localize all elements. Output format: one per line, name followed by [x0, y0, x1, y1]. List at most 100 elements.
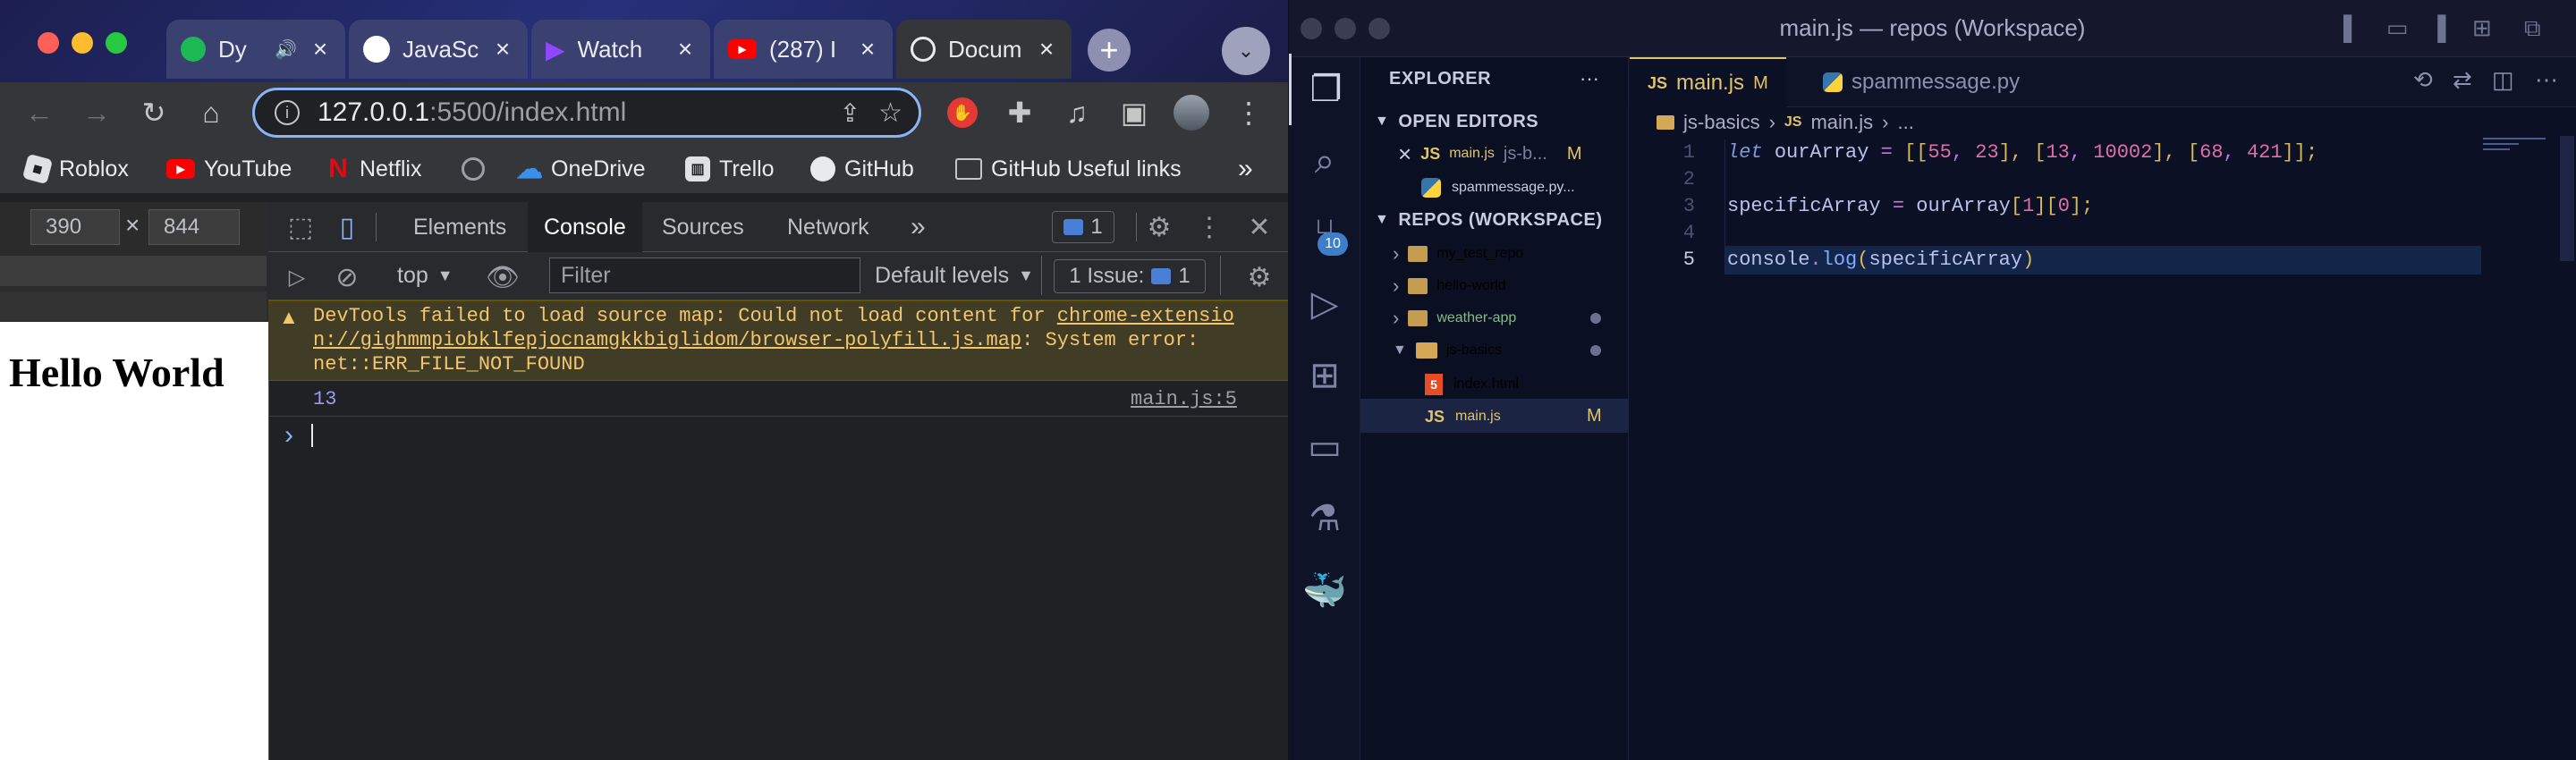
address-bar[interactable]: i 127.0.0.1:5500/index.html ⇪ ☆ — [252, 88, 921, 138]
toggle-sidebar-icon[interactable]: ▌ — [2343, 14, 2360, 42]
device-height-input[interactable]: 844 — [148, 209, 240, 245]
console-filter-input[interactable]: Filter — [549, 258, 860, 293]
chrome-menu-icon[interactable]: ⋮ — [1229, 93, 1268, 132]
minimize-window-button[interactable] — [1335, 18, 1356, 39]
site-info-icon[interactable]: i — [275, 100, 300, 125]
customize-layout-icon[interactable]: ⊞ — [2472, 14, 2492, 42]
clear-console-icon[interactable]: ⊘ — [329, 259, 365, 295]
docker-icon[interactable]: 🐳 — [1289, 554, 1360, 626]
settings-gear-icon[interactable]: ⚙ — [1140, 207, 1179, 247]
editor-tab-active[interactable]: JS main.js M — [1630, 57, 1786, 107]
code-line[interactable]: let ourArray = [[55, 23], [13, 10002], [… — [1727, 139, 2318, 166]
console-settings-icon[interactable]: ⚙ — [1240, 259, 1279, 295]
log-source-link[interactable]: main.js:5 — [1131, 388, 1237, 410]
editor-tab[interactable]: spammessage.py — [1805, 57, 2038, 107]
code-line[interactable]: console.log(specificArray) — [1727, 247, 2034, 274]
open-editor-item[interactable]: × JS main.js js-b... M — [1360, 138, 1629, 170]
tab-elements[interactable]: Elements — [397, 202, 522, 252]
side-panel-icon[interactable]: ▣ — [1114, 93, 1154, 132]
folder-item[interactable]: › my_test_repo — [1360, 238, 1629, 270]
context-selector[interactable]: top ▼ — [397, 258, 453, 293]
inspect-element-icon[interactable]: ⬚ — [281, 207, 320, 247]
browser-tab[interactable]: JavaSc × — [349, 20, 528, 79]
more-options-icon[interactable]: ⋮ — [1190, 207, 1229, 247]
bookmark-netflix[interactable]: N Netflix — [326, 154, 421, 184]
extensions-icon[interactable]: ⊞ — [1289, 340, 1360, 411]
timeline-icon[interactable]: ⟲ — [2413, 66, 2433, 94]
open-editors-section[interactable]: ▼ OPEN EDITORS — [1360, 106, 1629, 138]
minimize-window-button[interactable] — [72, 32, 93, 54]
close-editor-icon[interactable]: × — [1398, 140, 1411, 168]
run-debug-icon[interactable]: ▷ — [1289, 268, 1360, 340]
zoom-window-button[interactable] — [1368, 18, 1390, 39]
search-icon[interactable]: ⌕ — [1289, 125, 1360, 197]
bookmark-onedrive[interactable]: ☁ OneDrive — [516, 154, 646, 184]
new-tab-button[interactable]: + — [1088, 29, 1131, 72]
workspace-section[interactable]: ▼ REPOS (WORKSPACE) — [1360, 204, 1629, 236]
editor-scrollbar[interactable] — [2560, 136, 2574, 261]
more-actions-icon[interactable]: ⋯ — [2535, 66, 2558, 94]
breadcrumb-symbols[interactable]: ... — [1898, 111, 1914, 134]
code-line[interactable]: specificArray = ourArray[1][0]; — [1727, 193, 2093, 220]
open-editor-item[interactable]: spammessage.py... — [1360, 172, 1629, 204]
device-toggle-icon[interactable]: ▯ — [327, 207, 367, 247]
close-tab-icon[interactable]: × — [309, 35, 331, 63]
close-tab-icon[interactable]: × — [857, 35, 878, 63]
bookmark-youtube[interactable]: ▶ YouTube — [166, 154, 292, 184]
forward-icon[interactable]: → — [77, 93, 116, 132]
tab-sources[interactable]: Sources — [646, 202, 760, 252]
file-item[interactable]: 5 index.html — [1360, 368, 1629, 401]
sidebar-toggle-icon[interactable]: ▷ — [279, 259, 315, 295]
explorer-more-icon[interactable]: ··· — [1580, 63, 1599, 95]
folder-item[interactable]: › hello-world — [1360, 270, 1629, 302]
close-window-button[interactable] — [38, 32, 59, 54]
bookmark-star-icon[interactable]: ☆ — [878, 97, 902, 129]
remote-explorer-icon[interactable]: ▭ — [1289, 411, 1360, 483]
bookmark-trello[interactable]: ▥ Trello — [685, 154, 775, 184]
reload-icon[interactable]: ↻ — [134, 93, 174, 132]
share-icon[interactable]: ⇪ — [840, 98, 860, 128]
breadcrumb-file[interactable]: main.js — [1810, 111, 1873, 134]
profile-avatar[interactable] — [1172, 93, 1211, 132]
extension-shield-icon[interactable]: ✋ — [943, 93, 982, 132]
eye-icon[interactable]: 👁 — [483, 259, 522, 295]
more-tabs-button[interactable]: » — [894, 202, 942, 252]
browser-tab[interactable]: ▶ Watch × — [531, 20, 710, 79]
messages-counter[interactable]: 1 — [1052, 211, 1114, 243]
breadcrumb-folder[interactable]: js-basics — [1683, 111, 1760, 134]
close-window-button[interactable] — [1301, 18, 1322, 39]
zoom-window-button[interactable] — [106, 32, 127, 54]
console-prompt[interactable] — [268, 417, 1288, 452]
layout-grid-icon[interactable]: ⧉ — [2524, 14, 2541, 43]
issues-button[interactable]: 1 Issue: 1 — [1054, 259, 1206, 293]
tab-network[interactable]: Network — [771, 202, 886, 252]
folder-item-expanded[interactable]: ▼ js-basics — [1360, 334, 1629, 367]
home-icon[interactable]: ⌂ — [191, 93, 231, 132]
extensions-puzzle-icon[interactable]: ✚ — [1000, 93, 1039, 132]
tab-console[interactable]: Console — [528, 202, 642, 252]
bookmark-github[interactable]: GitHub — [810, 154, 914, 184]
minimap[interactable] — [2483, 136, 2555, 150]
back-icon[interactable]: ← — [20, 93, 59, 132]
toggle-panel-icon[interactable]: ▭ — [2386, 14, 2409, 42]
testing-flask-icon[interactable]: ⚗ — [1289, 483, 1360, 554]
media-controls-icon[interactable]: ♫ — [1057, 93, 1097, 132]
bookmark-globe[interactable] — [462, 154, 494, 184]
bookmark-folder-github-links[interactable]: GitHub Useful links — [955, 154, 1182, 184]
sourcemap-link[interactable]: chrome-extensio — [1057, 305, 1234, 327]
explorer-icon[interactable]: ❐ — [1289, 54, 1360, 125]
close-devtools-icon[interactable]: ✕ — [1240, 207, 1279, 247]
compare-changes-icon[interactable]: ⇄ — [2453, 66, 2472, 94]
log-levels-dropdown[interactable]: Default levels ▼ — [875, 258, 1034, 293]
bookmarks-overflow-button[interactable]: » — [1238, 154, 1253, 184]
browser-tab[interactable]: ▶ (287) I × — [714, 20, 893, 79]
split-editor-icon[interactable]: ◫ — [2492, 66, 2514, 94]
bookmark-roblox[interactable]: ■ Roblox — [21, 153, 129, 185]
device-width-input[interactable]: 390 — [30, 209, 120, 245]
folder-item[interactable]: › weather-app — [1360, 302, 1629, 334]
close-tab-icon[interactable]: × — [1036, 35, 1057, 63]
browser-tab-active[interactable]: Docum × — [896, 20, 1072, 79]
close-tab-icon[interactable]: × — [492, 35, 513, 63]
browser-tab[interactable]: Dy 🔊 × — [166, 20, 345, 79]
sourcemap-link[interactable]: n://gighmmpiobklfepjocnamgkkbiglidom/bro… — [313, 329, 1021, 351]
